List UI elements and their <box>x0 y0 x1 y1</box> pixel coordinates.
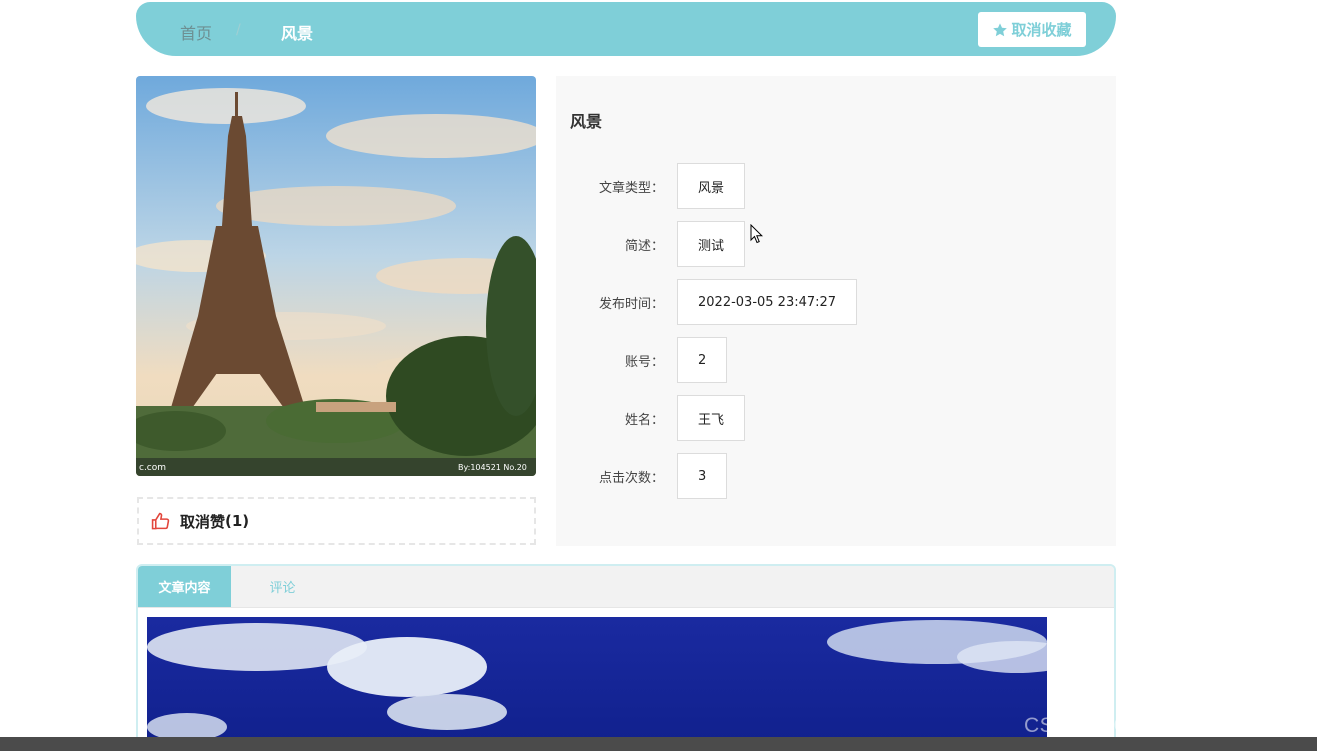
mouse-cursor-icon <box>750 224 764 244</box>
tab-comments[interactable]: 评论 <box>236 566 329 607</box>
field-label: 账号： <box>624 354 664 370</box>
breadcrumb-home-link[interactable]: 首页 <box>180 20 212 44</box>
like-count: (1) <box>225 512 250 530</box>
tab-bar: 文章内容 评论 <box>138 566 1114 608</box>
field-label: 姓名： <box>624 412 664 428</box>
page: 首页 / 风景 取消收藏 c.com By:104521 No.20 取消赞 (… <box>0 0 1317 751</box>
csdn-watermark: CSDN @QQ3359892174 <box>1024 714 1270 737</box>
tab-article-content[interactable]: 文章内容 <box>138 566 231 607</box>
article-title: 风景 <box>570 112 603 131</box>
field-row-clicks: 点击次数： 3 <box>556 453 728 499</box>
field-value: 2022-03-05 23:47:27 <box>677 279 858 325</box>
field-value: 3 <box>677 453 728 499</box>
unlike-label: 取消赞 <box>180 512 226 531</box>
field-value: 2 <box>677 337 728 383</box>
field-row-publish-time: 发布时间： 2022-03-05 23:47:27 <box>556 279 858 325</box>
field-row-summary: 简述： 测试 <box>556 221 746 267</box>
field-row-type: 文章类型： 风景 <box>556 163 746 209</box>
breadcrumb-separator: / <box>236 22 241 38</box>
unlike-button[interactable]: 取消赞 (1) <box>137 497 536 545</box>
article-detail-panel: 风景 文章类型： 风景 简述： 测试 发布时间： 2022-03-05 23:4… <box>556 76 1116 546</box>
field-label: 发布时间： <box>598 296 664 312</box>
field-value: 测试 <box>677 221 746 267</box>
field-row-account: 账号： 2 <box>556 337 728 383</box>
star-icon <box>993 22 1008 36</box>
field-label: 文章类型： <box>598 180 664 196</box>
article-content-image <box>147 617 1047 751</box>
thumbs-up-icon <box>151 512 170 529</box>
field-row-name: 姓名： 王飞 <box>556 395 746 441</box>
photo-watermark-right: By:104521 No.20 <box>458 463 527 472</box>
unfavorite-button[interactable]: 取消收藏 <box>978 12 1086 47</box>
breadcrumb-current: 风景 <box>281 24 314 43</box>
field-value: 王飞 <box>677 395 746 441</box>
field-label: 简述： <box>624 238 664 254</box>
article-tabs: 文章内容 评论 <box>136 564 1116 751</box>
article-cover-image: c.com By:104521 No.20 <box>136 76 536 476</box>
header-bar: 首页 / 风景 取消收藏 <box>136 2 1116 56</box>
bottom-overlay-bar <box>0 737 1317 751</box>
photo-watermark-left: c.com <box>139 463 166 473</box>
unfavorite-label: 取消收藏 <box>1011 21 1072 39</box>
field-value: 风景 <box>677 163 746 209</box>
field-label: 点击次数： <box>598 470 664 486</box>
